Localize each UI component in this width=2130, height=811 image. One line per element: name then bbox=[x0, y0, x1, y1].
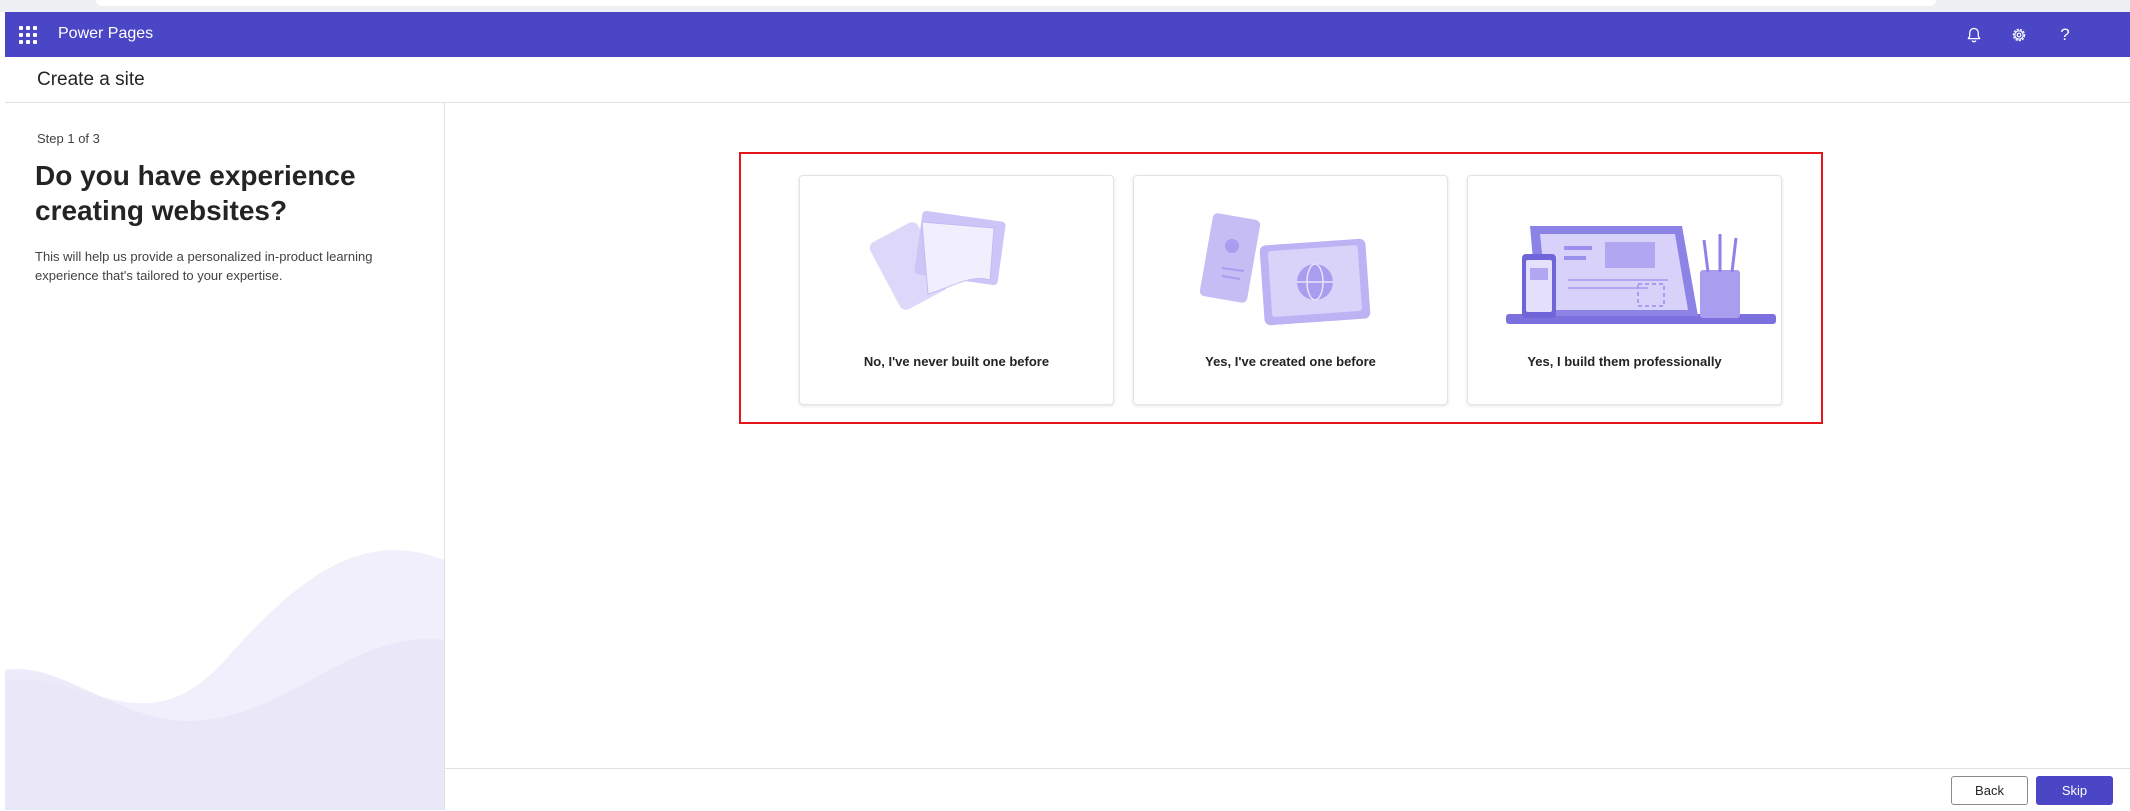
designer-workspace-illustration bbox=[1506, 226, 1776, 324]
command-bar: Create a site bbox=[5, 57, 2130, 103]
app-name: Power Pages bbox=[58, 25, 154, 42]
help-icon[interactable]: ? bbox=[2050, 20, 2080, 50]
question-heading: Do you have experience creating websites… bbox=[35, 160, 356, 226]
step-indicator: Step 1 of 3 bbox=[37, 131, 100, 146]
help-glyph: ? bbox=[2060, 25, 2070, 44]
waffle-icon[interactable] bbox=[18, 25, 38, 45]
footer-bar: Back Skip bbox=[445, 768, 2130, 811]
option-label: No, I've never built one before bbox=[863, 354, 1050, 369]
question-description: This will help us provide a personalized… bbox=[35, 249, 373, 283]
website-globe-illustration bbox=[1199, 213, 1371, 326]
main-content: No, I've never built one before Yes, I'v… bbox=[445, 103, 2130, 768]
left-panel: Step 1 of 3 Do you have experience creat… bbox=[5, 103, 445, 810]
blank-pages-illustration bbox=[869, 210, 1006, 310]
browser-top-strip bbox=[0, 0, 2130, 12]
decorative-wave bbox=[5, 550, 444, 810]
app-header: Power Pages ? bbox=[5, 12, 2130, 57]
page-title: Create a site bbox=[37, 69, 145, 90]
gear-icon[interactable] bbox=[2004, 20, 2034, 50]
option-label: Yes, I build them professionally bbox=[1527, 354, 1722, 369]
option-card-intermediate[interactable]: Yes, I've created one before bbox=[1133, 175, 1448, 405]
option-card-beginner[interactable]: No, I've never built one before bbox=[799, 175, 1114, 405]
browser-tab-edge bbox=[96, 0, 1936, 6]
bell-icon[interactable] bbox=[1959, 20, 1989, 50]
back-button[interactable]: Back bbox=[1951, 776, 2028, 805]
skip-button[interactable]: Skip bbox=[2036, 776, 2113, 805]
option-card-professional[interactable]: Yes, I build them professionally bbox=[1467, 175, 1782, 405]
option-label: Yes, I've created one before bbox=[1205, 354, 1376, 369]
